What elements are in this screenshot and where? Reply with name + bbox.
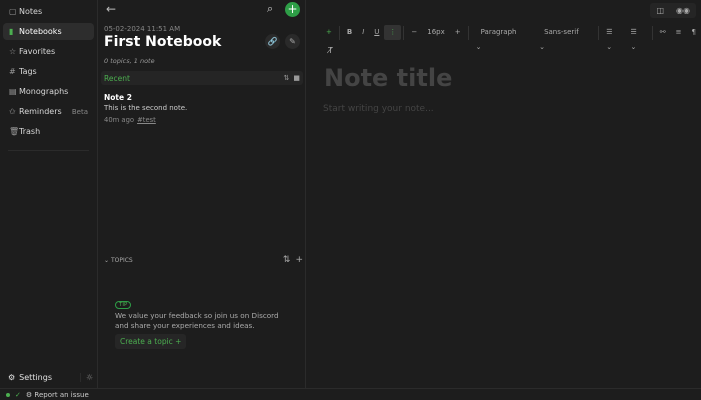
align-left-icon[interactable]: ≡ (671, 25, 687, 40)
numbered-list-icon[interactable]: ☰ ⌄ (601, 25, 625, 51)
insert-plus-icon[interactable]: + (321, 25, 337, 40)
check-icon: ✓ (15, 390, 21, 399)
status-bar: ✓ ⚙ Report an issue (0, 388, 701, 400)
editor: ◫ ◉◉ + B I U ⋮ − 16px + Paragraph ⌄ Sans-… (307, 0, 701, 388)
trash-icon: 🗑 (9, 127, 20, 136)
tip-badge: TIP (115, 301, 132, 309)
hash-icon: # (9, 67, 16, 76)
tip-box: TIP We value your feedback so join us on… (115, 299, 290, 349)
sort-icon[interactable]: ⇅ (284, 74, 290, 82)
monograph-icon: ▤ (9, 87, 17, 96)
font-size[interactable]: 16px (422, 25, 450, 40)
block-type-dropdown[interactable]: Paragraph ⌄ (471, 25, 534, 51)
sidebar-item-notes[interactable]: ▢ Notes (3, 3, 94, 20)
beta-badge: Beta (71, 107, 88, 116)
notebook-icon: ▮ (9, 27, 14, 36)
recent-header: Recent ⇅ ■ (101, 71, 303, 85)
notebook-panel: ← ⌕ + 05-02-2024 11:51 AM First Notebook… (99, 0, 306, 388)
increase-font-icon[interactable]: + (450, 25, 466, 40)
gear-icon: ⚙ (8, 373, 16, 382)
sidebar-toggle-icon[interactable]: ◫ (650, 3, 670, 18)
chevron-down-icon: ⌄ (104, 256, 111, 264)
sidebar-item-reminders[interactable]: ✩ Reminders Beta (3, 103, 94, 120)
add-topic-icon[interactable]: + (295, 255, 303, 265)
sidebar-item-favorites[interactable]: ☆ Favorites (3, 43, 94, 60)
font-family-dropdown[interactable]: Sans-serif ⌄ (534, 25, 596, 51)
editor-toolbar: + B I U ⋮ − 16px + Paragraph ⌄ Sans-seri… (321, 25, 701, 51)
clear-formatting-icon[interactable]: T̸ (328, 46, 333, 55)
settings-button[interactable]: ⚙ Settings (8, 373, 52, 382)
divider (8, 150, 89, 151)
sidebar-item-trash[interactable]: 🗑 Trash (3, 123, 94, 140)
star-icon: ☆ (9, 47, 17, 56)
sidebar-item-monographs[interactable]: ▤ Monographs (3, 83, 94, 100)
link-icon[interactable]: ⚯ (655, 25, 671, 40)
notebook-title: First Notebook (104, 34, 222, 50)
note-body-input[interactable]: Start writing your note... (323, 104, 434, 114)
sort-icon[interactable]: ⇅ (283, 255, 291, 265)
note-title-input[interactable]: Note title (324, 64, 452, 92)
sidebar-item-tags[interactable]: # Tags (3, 63, 94, 80)
view-toggle-icon[interactable]: ■ (293, 74, 300, 82)
search-icon[interactable]: ⌕ (267, 2, 273, 16)
notebook-date: 05-02-2024 11:51 AM (104, 25, 181, 33)
list-item[interactable]: Note 2 This is the second note. 40m ago #… (104, 93, 299, 124)
bold-icon[interactable]: B (342, 25, 357, 40)
paragraph-direction-icon[interactable]: ¶ (687, 25, 701, 40)
decrease-font-icon[interactable]: − (406, 25, 422, 40)
topics-header[interactable]: ⌄ TOPICS ⇅ + (104, 255, 303, 265)
sidebar-item-notebooks[interactable]: ▮ Notebooks (3, 23, 94, 40)
edit-pencil-icon[interactable]: ✎ (285, 34, 300, 49)
sync-status-icon (6, 392, 10, 397)
create-topic-button[interactable]: Create a topic + (115, 334, 187, 349)
tag-link[interactable]: #test (137, 116, 156, 124)
more-vertical-icon[interactable]: ⋮ (384, 25, 402, 40)
add-note-button[interactable]: + (285, 2, 300, 17)
italic-icon[interactable]: I (357, 25, 369, 40)
note-icon: ▢ (9, 7, 17, 16)
theme-toggle-icon[interactable]: ☼ (80, 373, 93, 382)
underline-icon[interactable]: U (369, 25, 384, 40)
focus-mode-icon[interactable]: ◉◉ (670, 3, 696, 18)
back-arrow-icon[interactable]: ← (106, 2, 116, 16)
bullet-list-icon[interactable]: ☰ ⌄ (626, 25, 650, 51)
link-icon[interactable]: 🔗 (265, 34, 280, 49)
sidebar: ▢ Notes ▮ Notebooks ☆ Favorites # Tags ▤ Monograp… (0, 0, 98, 388)
reminder-icon: ✩ (9, 107, 16, 116)
notebook-meta: 0 topics, 1 note (104, 57, 155, 65)
report-issue-link[interactable]: ⚙ Report an issue (26, 391, 89, 399)
